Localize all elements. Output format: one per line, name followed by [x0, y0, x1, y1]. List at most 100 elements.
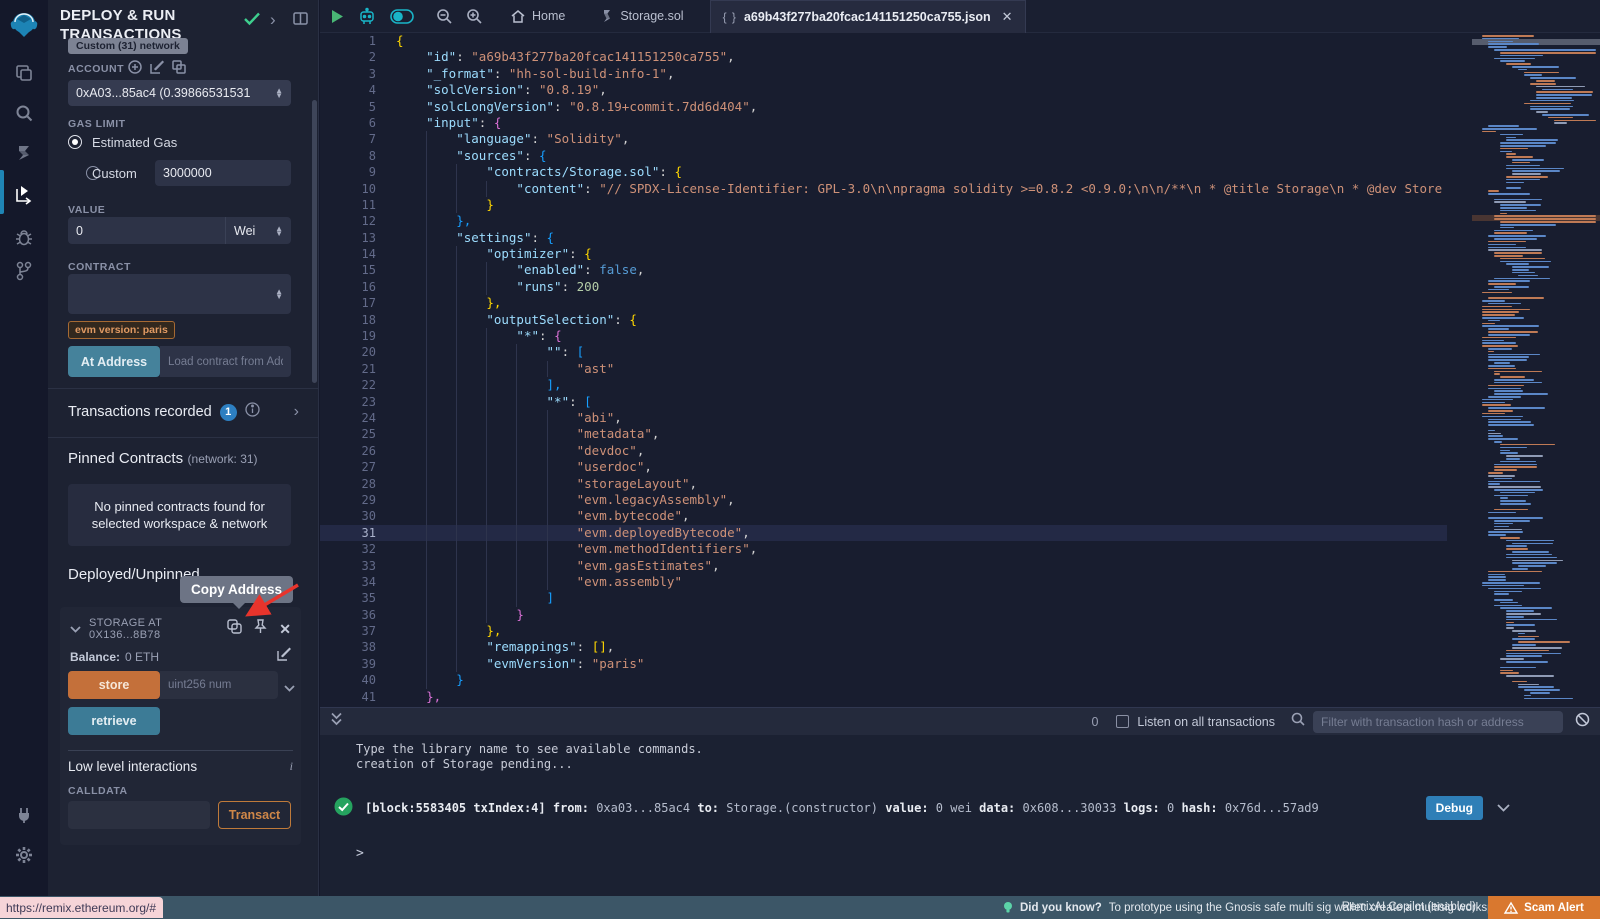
- code-line[interactable]: 15 "enabled": false,: [320, 262, 1447, 278]
- search-icon[interactable]: [0, 98, 48, 128]
- panel-scrollbar[interactable]: [312, 100, 317, 383]
- file-explorer-icon[interactable]: [0, 58, 48, 88]
- minimap-line: [1494, 495, 1528, 497]
- contract-select[interactable]: ▲▼: [68, 274, 291, 314]
- code-line[interactable]: 30 "evm.bytecode",: [320, 508, 1447, 524]
- calldata-input[interactable]: [68, 801, 210, 829]
- load-contract-input[interactable]: [160, 346, 291, 377]
- deploy-run-icon[interactable]: [0, 180, 48, 210]
- edit-balance-icon[interactable]: [277, 647, 291, 666]
- value-unit-select[interactable]: Wei ▲▼: [225, 217, 291, 244]
- code-line[interactable]: 14 "optimizer": {: [320, 246, 1447, 262]
- play-icon[interactable]: [324, 0, 351, 33]
- minimap-line: [1512, 170, 1560, 172]
- code-line[interactable]: 4 "solcVersion": "0.8.19",: [320, 82, 1447, 98]
- code-line[interactable]: 10 "content": "// SPDX-License-Identifie…: [320, 181, 1447, 197]
- filter-input[interactable]: [1313, 711, 1563, 733]
- code-line[interactable]: 13 "settings": {: [320, 230, 1447, 246]
- code-line[interactable]: 8 "sources": {: [320, 148, 1447, 164]
- terminal[interactable]: Type the library name to see available c…: [320, 735, 1600, 896]
- chevron-right-icon[interactable]: ›: [294, 403, 299, 421]
- tab-json-active[interactable]: { } a69b43f277ba20fcac141151250ca755.jso…: [710, 0, 1026, 33]
- remix-logo[interactable]: [0, 6, 48, 44]
- code-line[interactable]: 12 },: [320, 213, 1447, 229]
- tab-home[interactable]: Home: [499, 0, 577, 33]
- zoom-in-icon[interactable]: [459, 0, 489, 33]
- code-line[interactable]: 25 "metadata",: [320, 426, 1447, 442]
- solidity-compiler-icon[interactable]: [0, 138, 48, 168]
- code-line[interactable]: 31 "evm.deployedBytecode",: [320, 525, 1447, 541]
- tab-storage-sol[interactable]: Storage.sol: [589, 0, 695, 33]
- tab-close-icon[interactable]: ✕: [1002, 9, 1013, 25]
- minimap[interactable]: [1472, 33, 1600, 707]
- code-line[interactable]: 37 },: [320, 623, 1447, 639]
- terminal-prompt[interactable]: >: [320, 846, 364, 861]
- custom-gas-input[interactable]: [155, 160, 291, 186]
- code-line[interactable]: 36 }: [320, 607, 1447, 623]
- listen-checkbox[interactable]: [1116, 715, 1129, 728]
- code-line[interactable]: 41 },: [320, 689, 1447, 705]
- double-chevron-down-icon[interactable]: [330, 712, 343, 731]
- store-button[interactable]: store: [68, 671, 160, 699]
- code-line[interactable]: 23 "*": [: [320, 394, 1447, 410]
- code-line[interactable]: 7 "language": "Solidity",: [320, 131, 1447, 147]
- chevron-down-icon[interactable]: [70, 620, 81, 638]
- expand-log-chevron-icon[interactable]: [1497, 801, 1510, 815]
- chevron-right-icon[interactable]: ›: [270, 10, 276, 30]
- code-line[interactable]: 22 ],: [320, 377, 1447, 393]
- at-address-button[interactable]: At Address: [68, 346, 160, 377]
- zoom-out-icon[interactable]: [429, 0, 459, 33]
- code-line[interactable]: 26 "devdoc",: [320, 443, 1447, 459]
- code-line[interactable]: 11 }: [320, 197, 1447, 213]
- code-editor[interactable]: 1{2 "id": "a69b43f277ba20fcac141151250ca…: [320, 33, 1600, 707]
- clear-console-icon[interactable]: [1575, 712, 1590, 732]
- code-line[interactable]: 21 "ast": [320, 361, 1447, 377]
- estimated-gas-radio[interactable]: [68, 135, 82, 149]
- value-input[interactable]: [68, 217, 225, 244]
- code-line[interactable]: 20 "": [: [320, 344, 1447, 360]
- code-line[interactable]: 40 }: [320, 672, 1447, 688]
- retrieve-button[interactable]: retrieve: [68, 707, 160, 735]
- plugin-manager-icon[interactable]: [0, 800, 48, 830]
- code-line[interactable]: 33 "evm.gasEstimates",: [320, 558, 1447, 574]
- code-line[interactable]: 3 "_format": "hh-sol-build-info-1",: [320, 66, 1447, 82]
- debug-button[interactable]: Debug: [1426, 796, 1483, 820]
- code-line[interactable]: 34 "evm.assembly": [320, 574, 1447, 590]
- edit-icon[interactable]: [150, 60, 164, 79]
- code-line[interactable]: 35 ]: [320, 590, 1447, 606]
- toggle-icon[interactable]: [383, 0, 421, 33]
- store-arg-input[interactable]: [160, 671, 278, 699]
- code-line[interactable]: 1{: [320, 33, 1447, 49]
- settings-gear-icon[interactable]: [0, 840, 48, 870]
- code-line[interactable]: 9 "contracts/Storage.sol": {: [320, 164, 1447, 180]
- code-line[interactable]: 28 "storageLayout",: [320, 476, 1447, 492]
- code-line[interactable]: 39 "evmVersion": "paris": [320, 656, 1447, 672]
- code-line[interactable]: 24 "abi",: [320, 410, 1447, 426]
- transactions-recorded-row[interactable]: Transactions recorded 1 ›: [68, 402, 299, 422]
- copilot-status[interactable]: RemixAI Copilot (enabled): [1342, 901, 1476, 913]
- info-icon[interactable]: i: [290, 759, 293, 774]
- transaction-log-row[interactable]: [block:5583405 txIndex:4] from: 0xa03...…: [320, 791, 1600, 825]
- robot-icon[interactable]: [351, 0, 383, 33]
- code-line[interactable]: 38 "remappings": [],: [320, 639, 1447, 655]
- code-line[interactable]: 17 },: [320, 295, 1447, 311]
- code-line[interactable]: 29 "evm.legacyAssembly",: [320, 492, 1447, 508]
- code-line[interactable]: 27 "userdoc",: [320, 459, 1447, 475]
- code-line[interactable]: 5 "solcLongVersion": "0.8.19+commit.7dd6…: [320, 99, 1447, 115]
- code-line[interactable]: 18 "outputSelection": {: [320, 312, 1447, 328]
- code-line[interactable]: 16 "runs": 200: [320, 279, 1447, 295]
- expand-args-chevron-icon[interactable]: [284, 679, 295, 697]
- transact-button[interactable]: Transact: [218, 801, 291, 829]
- code-line[interactable]: 19 "*": {: [320, 328, 1447, 344]
- git-icon[interactable]: [0, 256, 48, 286]
- code-line[interactable]: 6 "input": {: [320, 115, 1447, 131]
- code-line[interactable]: 32 "evm.methodIdentifiers",: [320, 541, 1447, 557]
- code-line[interactable]: 2 "id": "a69b43f277ba20fcac141151250ca75…: [320, 49, 1447, 65]
- info-icon[interactable]: [245, 402, 260, 422]
- copy-icon[interactable]: [172, 60, 186, 79]
- account-select[interactable]: 0xA03...85ac4 (0.39866531531 ▲▼: [68, 80, 291, 106]
- debugger-icon[interactable]: [0, 222, 48, 252]
- columns-icon[interactable]: [293, 12, 308, 30]
- scam-alert-button[interactable]: Scam Alert: [1488, 896, 1600, 919]
- plus-circle-icon[interactable]: [128, 60, 142, 79]
